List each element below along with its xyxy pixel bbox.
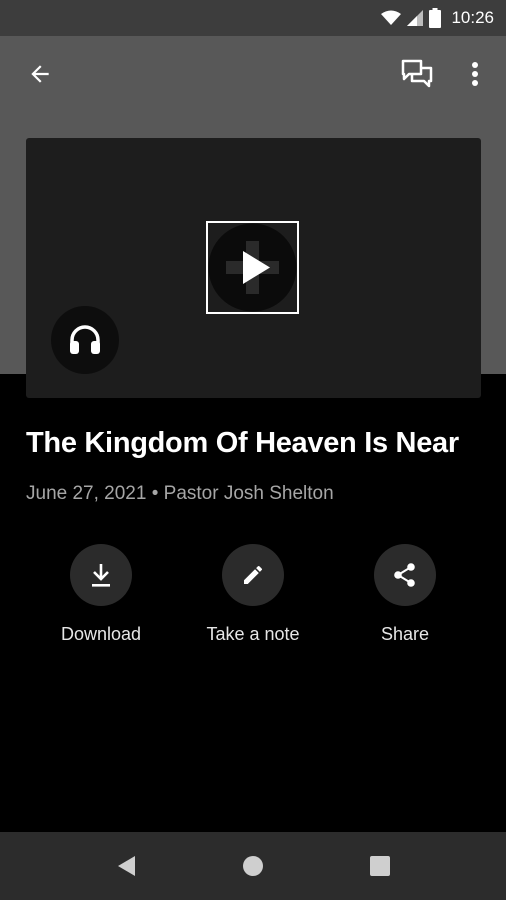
battery-icon xyxy=(429,8,442,28)
download-button[interactable] xyxy=(70,544,132,606)
nav-home-icon xyxy=(243,856,263,876)
take-note-label: Take a note xyxy=(206,624,300,644)
nav-recents-icon xyxy=(370,856,390,876)
headphones-icon xyxy=(70,325,100,354)
download-icon xyxy=(92,564,110,587)
status-bar: 10:26 xyxy=(0,0,506,36)
download-label: Download xyxy=(60,624,142,644)
back-button[interactable] xyxy=(16,50,64,98)
nav-back-button[interactable] xyxy=(100,840,152,892)
status-icons: 10:26 xyxy=(381,8,494,28)
share-button[interactable] xyxy=(374,544,436,606)
take-note-button[interactable] xyxy=(222,544,284,606)
download-action[interactable]: Download xyxy=(26,544,176,645)
play-icon xyxy=(208,223,297,312)
system-nav-bar xyxy=(0,832,506,900)
nav-home-button[interactable] xyxy=(227,840,279,892)
play-button[interactable] xyxy=(206,221,299,314)
share-label: Share xyxy=(380,624,430,644)
audio-button[interactable] xyxy=(51,306,119,374)
more-options-button[interactable] xyxy=(451,50,499,98)
nav-recents-button[interactable] xyxy=(354,840,406,892)
chat-bubbles-icon xyxy=(401,59,433,88)
comments-button[interactable] xyxy=(393,50,441,98)
status-time: 10:26 xyxy=(451,8,494,27)
take-note-action[interactable]: Take a note xyxy=(178,544,328,645)
cell-signal-icon xyxy=(407,10,424,26)
sermon-title: The Kingdom Of Heaven Is Near xyxy=(26,427,459,459)
pencil-icon xyxy=(244,565,263,584)
arrow-left-icon xyxy=(31,65,49,83)
more-vert-icon xyxy=(472,62,478,86)
wifi-icon xyxy=(381,10,402,25)
share-action[interactable]: Share xyxy=(330,544,480,645)
app-bar xyxy=(0,36,506,112)
nav-back-icon xyxy=(118,856,135,876)
sermon-meta: June 27, 2021 • Pastor Josh Shelton xyxy=(26,483,334,504)
share-icon xyxy=(394,563,415,587)
